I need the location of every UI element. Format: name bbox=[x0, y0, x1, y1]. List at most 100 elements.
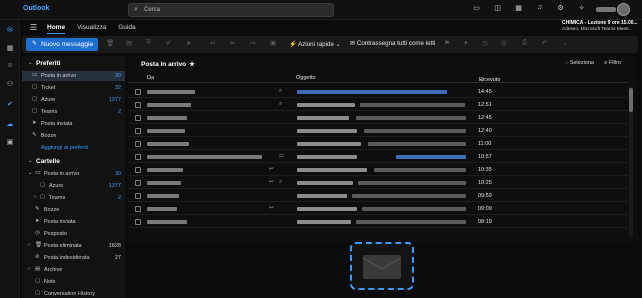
folder-sent[interactable]: ➤ Posta inviata bbox=[22, 217, 125, 227]
table-row[interactable]: ▭ 10:57 bbox=[128, 151, 628, 163]
folders-label: Cartelle bbox=[36, 158, 60, 165]
row-checkbox[interactable] bbox=[135, 180, 141, 186]
attachment-icon: ⌕ bbox=[279, 179, 283, 185]
todo-icon[interactable]: ✔ bbox=[0, 100, 20, 108]
report-icon[interactable]: ⛨ bbox=[146, 39, 151, 47]
preview-redacted bbox=[360, 103, 465, 107]
meet-now-icon[interactable]: ▭ bbox=[466, 4, 487, 12]
flag-icon[interactable]: ⚑ bbox=[444, 39, 450, 47]
archive-icon[interactable]: ▤ bbox=[126, 39, 132, 47]
favorite-sent[interactable]: ➤ Posta inviata bbox=[22, 119, 125, 129]
table-row[interactable]: 12:40 bbox=[128, 125, 628, 137]
received-time: 10:25 bbox=[478, 180, 492, 186]
folder-label: Conversation History bbox=[44, 291, 96, 297]
notifications-icon[interactable]: ♫ bbox=[529, 4, 550, 12]
search-input[interactable]: ⌕ Cerca bbox=[128, 3, 334, 17]
tag-icon[interactable]: ⌂ bbox=[425, 39, 429, 46]
add-favorite-link[interactable]: Aggiungi ai preferiti bbox=[22, 143, 125, 153]
more-options-icon[interactable]: ⌄ bbox=[562, 39, 567, 47]
snooze-icon[interactable]: ◷ bbox=[482, 39, 488, 47]
delete-icon[interactable]: 🗑 bbox=[106, 39, 114, 47]
pin-icon[interactable]: ✦ bbox=[463, 39, 468, 47]
table-row[interactable]: 09:59 bbox=[128, 190, 628, 202]
table-row[interactable]: 12:45 bbox=[128, 112, 628, 124]
tab-help[interactable]: Guida bbox=[118, 24, 135, 34]
mark-all-read-button[interactable]: ✉ Contrassegna tutti come letti bbox=[350, 40, 435, 47]
favorite-teams[interactable]: ▢ Teams 2 bbox=[22, 107, 125, 117]
folder-snoozed[interactable]: ◷ Posposto bbox=[22, 229, 125, 239]
policy-icon[interactable]: ◎ bbox=[501, 39, 507, 47]
folders-header[interactable]: ⌄ Cartelle bbox=[22, 157, 125, 167]
star-icon[interactable]: ★ bbox=[189, 61, 195, 68]
folder-inbox[interactable]: ⌄ ▭ Posta in arrivo 30 bbox=[22, 169, 125, 179]
favorite-drafts[interactable]: ✎ Bozze bbox=[22, 131, 125, 141]
reply-all-icon[interactable]: ↞ bbox=[230, 39, 235, 47]
tips-icon[interactable]: ✧ bbox=[571, 4, 592, 12]
folder-label: Posta eliminata bbox=[44, 243, 82, 249]
folder-deleted[interactable]: › 🗑 Posta eliminata 1828 bbox=[22, 241, 125, 251]
settings-icon[interactable]: ⚙ bbox=[550, 4, 571, 12]
table-row[interactable]: ⌕ 12:51 bbox=[128, 99, 628, 111]
folder-junk[interactable]: ⊘ Posta indesiderata 27 bbox=[22, 253, 125, 263]
table-row[interactable]: 08:19 bbox=[128, 216, 628, 228]
scrollbar[interactable] bbox=[629, 86, 633, 236]
menu-icon[interactable]: ☰ bbox=[30, 23, 37, 32]
reply-icon[interactable]: ↩ bbox=[210, 39, 215, 47]
favorite-azure[interactable]: ▢ Azure 1377 bbox=[22, 95, 125, 105]
move-icon[interactable]: ➤ bbox=[186, 39, 191, 47]
folder-archive[interactable]: › ▤ Archive bbox=[22, 265, 125, 275]
forward-icon[interactable]: ↪ bbox=[250, 39, 255, 47]
received-time: 12:45 bbox=[478, 115, 492, 121]
onedrive-icon[interactable]: ☁ bbox=[0, 120, 20, 128]
undo-icon[interactable]: ↶ bbox=[542, 39, 547, 47]
chevron-right-icon: › bbox=[28, 242, 30, 248]
folder-azure[interactable]: ▢ Azure 1377 bbox=[22, 181, 125, 191]
filter-button[interactable]: ≡ Filtro bbox=[604, 60, 621, 66]
tab-view[interactable]: Visualizza bbox=[77, 24, 106, 34]
tab-home[interactable]: Home bbox=[47, 24, 66, 34]
table-row[interactable]: ↩ 09:09 bbox=[128, 203, 628, 215]
favorite-ticket[interactable]: ▢ Ticket 32 bbox=[22, 83, 125, 93]
sweep-icon[interactable]: ✐ bbox=[166, 39, 171, 47]
row-checkbox[interactable] bbox=[135, 128, 141, 134]
meeting-reminder[interactable]: CHIMICA - Lezione 9 ore 15.00... Adesso,… bbox=[562, 19, 642, 36]
favorite-inbox[interactable]: ▭ Posta in arrivo 30 bbox=[22, 71, 125, 81]
scrollbar-thumb[interactable] bbox=[629, 88, 633, 112]
print-icon[interactable]: ⎙ bbox=[522, 39, 527, 47]
received-time: 10:57 bbox=[478, 154, 492, 160]
row-checkbox[interactable] bbox=[135, 141, 141, 147]
folder-drafts[interactable]: ✎ Bozze bbox=[22, 205, 125, 215]
row-checkbox[interactable] bbox=[135, 102, 141, 108]
teams-icon[interactable]: ◫ bbox=[487, 4, 508, 12]
row-checkbox[interactable] bbox=[135, 167, 141, 173]
table-row[interactable]: ↩ ⌕ 10:25 bbox=[128, 177, 628, 189]
more-apps-icon[interactable]: ▣ bbox=[0, 138, 20, 146]
row-checkbox[interactable] bbox=[135, 193, 141, 199]
column-subject[interactable]: Oggetto bbox=[296, 75, 316, 81]
chevron-down-icon[interactable]: ⌄ bbox=[89, 41, 93, 47]
favorites-header[interactable]: ⌄ Preferiti bbox=[22, 59, 125, 69]
people-icon[interactable]: ☺ bbox=[0, 62, 20, 69]
groups-icon[interactable]: ⚇ bbox=[0, 80, 20, 88]
folder-notes[interactable]: ▢ Note bbox=[22, 277, 125, 287]
quick-steps-button[interactable]: ⚡ Azioni rapide ⌄ bbox=[289, 40, 341, 48]
calendar-icon[interactable]: ▦ bbox=[508, 4, 529, 12]
select-button[interactable]: ◌ Seleziona bbox=[565, 60, 594, 66]
folder-teams[interactable]: › ▢ Teams 2 bbox=[22, 193, 125, 203]
mail-icon[interactable]: ✉ bbox=[0, 26, 20, 34]
new-message-button[interactable]: ✎ Nuovo messaggio ⌄ bbox=[26, 38, 98, 51]
calendar-app-icon[interactable]: ▦ bbox=[0, 44, 20, 52]
folder-conversation-history[interactable]: ▢ Conversation History bbox=[22, 289, 125, 298]
table-row[interactable]: 11:00 bbox=[128, 138, 628, 150]
row-checkbox[interactable] bbox=[135, 154, 141, 160]
column-from[interactable]: Da bbox=[147, 75, 154, 81]
row-checkbox[interactable] bbox=[135, 115, 141, 121]
row-checkbox[interactable] bbox=[135, 89, 141, 95]
unread-count: 1377 bbox=[108, 183, 121, 189]
table-row[interactable]: ↩ 10:35 bbox=[128, 164, 628, 176]
avatar[interactable] bbox=[617, 3, 630, 16]
row-checkbox[interactable] bbox=[135, 219, 141, 225]
teams-share-icon[interactable]: ▣ bbox=[270, 39, 276, 47]
table-row[interactable]: ⌕ 14:45 bbox=[128, 86, 628, 98]
row-checkbox[interactable] bbox=[135, 206, 141, 212]
